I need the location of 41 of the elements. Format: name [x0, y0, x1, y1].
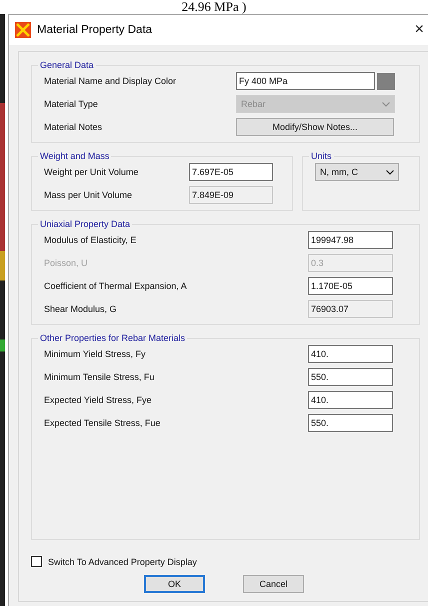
window-title: Material Property Data	[37, 24, 154, 36]
field-label: Shear Modulus, G	[44, 304, 118, 314]
field-label: Minimum Yield Stress, Fy	[44, 349, 147, 359]
dialog-button[interactable]: OK	[144, 575, 205, 593]
group-title: Other Properties for Rebar Materials	[39, 333, 186, 343]
value-field[interactable]: 410.	[308, 391, 393, 409]
field-label: Minimum Tensile Stress, Fu	[44, 372, 156, 382]
field-label: Expected Tensile Stress, Fue	[44, 418, 162, 428]
value-field[interactable]: 550.	[308, 368, 393, 386]
app-logo-icon	[15, 22, 31, 38]
field-label: Weight per Unit Volume	[44, 167, 140, 177]
group-title: General Data	[39, 60, 95, 70]
dialog-button[interactable]: Cancel	[243, 575, 304, 593]
chevron-down-icon	[382, 102, 390, 106]
field-label: Material Notes	[44, 122, 104, 132]
value-field[interactable]: 410.	[308, 345, 393, 363]
value-field[interactable]: 550.	[308, 414, 393, 432]
group-title: Units	[310, 151, 333, 161]
group-title: Uniaxial Property Data	[39, 219, 132, 229]
units-dropdown[interactable]: N, mm, C	[315, 163, 399, 181]
field-label: Modulus of Elasticity, E	[44, 235, 138, 245]
checkbox-label: Switch To Advanced Property Display	[48, 556, 197, 566]
field-label: Coefficient of Thermal Expansion, A	[44, 281, 188, 291]
value-field[interactable]: 1.170E-05	[308, 277, 393, 295]
field-label: Poisson, U	[44, 258, 89, 268]
value-field[interactable]: 7.849E-09	[189, 186, 273, 204]
value-field[interactable]: 199947.98	[308, 231, 393, 249]
close-button[interactable]: ×	[414, 22, 424, 38]
field-label: Material Type	[44, 99, 99, 109]
value-field[interactable]: 7.697E-05	[189, 163, 273, 181]
checkbox[interactable]	[31, 556, 42, 567]
name-field[interactable]: Fy 400 MPa	[236, 72, 375, 90]
notes-button[interactable]: Modify/Show Notes...	[236, 118, 394, 136]
field-label: Material Name and Display Color	[44, 76, 178, 86]
value-field[interactable]: 76903.07	[308, 300, 393, 318]
group-title: Weight and Mass	[39, 151, 110, 161]
color-swatch[interactable]	[377, 72, 395, 90]
chevron-down-icon	[386, 170, 394, 174]
field-label: Mass per Unit Volume	[44, 190, 134, 200]
field-label: Expected Yield Stress, Fye	[44, 395, 153, 405]
document-text: 24.96 MPa )	[182, 0, 246, 14]
